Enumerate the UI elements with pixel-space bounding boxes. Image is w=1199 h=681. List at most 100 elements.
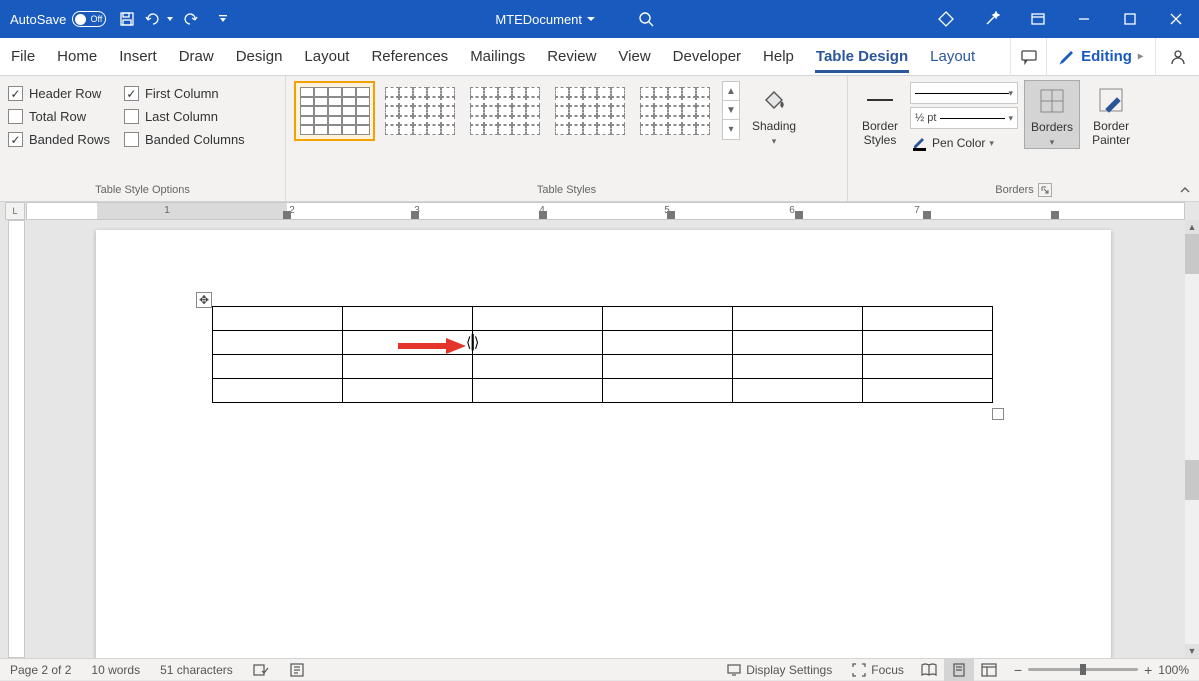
borders-button[interactable]: Borders ▾ xyxy=(1024,80,1080,149)
tab-draw[interactable]: Draw xyxy=(168,38,225,75)
minimize-button[interactable] xyxy=(1061,0,1107,38)
border-styles-button[interactable]: Border Styles xyxy=(856,80,904,148)
scroll-down[interactable]: ▼ xyxy=(1185,644,1199,658)
ribbon-tabs: File Home Insert Draw Design Layout Refe… xyxy=(0,38,1199,76)
page-indicator[interactable]: Page 2 of 2 xyxy=(0,659,81,680)
editing-mode-button[interactable]: Editing ▸ xyxy=(1046,38,1155,76)
table-style-5[interactable] xyxy=(634,81,715,141)
share-button[interactable] xyxy=(1155,38,1199,76)
ribbon: Header Row First Column Total Row Last C… xyxy=(0,76,1199,202)
group-label-table-styles: Table Styles xyxy=(294,181,839,201)
tab-layout[interactable]: Layout xyxy=(293,38,360,75)
chevron-down-icon xyxy=(586,14,596,24)
vertical-ruler[interactable] xyxy=(0,220,26,658)
column-resize-cursor: ⟨┃⟩ xyxy=(466,334,476,351)
document-table[interactable] xyxy=(212,306,993,403)
close-button[interactable] xyxy=(1153,0,1199,38)
ruler-corner[interactable]: L xyxy=(5,202,25,220)
bucket-icon xyxy=(758,84,790,116)
tab-insert[interactable]: Insert xyxy=(108,38,168,75)
wand-icon[interactable] xyxy=(969,0,1015,38)
undo-button[interactable] xyxy=(144,0,174,38)
tab-mailings[interactable]: Mailings xyxy=(459,38,536,75)
quick-access-toolbar xyxy=(112,0,238,38)
page[interactable]: ✥ ⟨┃⟩ xyxy=(96,230,1111,658)
zoom-in-button[interactable]: + xyxy=(1144,662,1152,678)
print-layout-button[interactable] xyxy=(944,659,974,681)
table-style-2[interactable] xyxy=(379,81,460,141)
annotation-arrow xyxy=(396,336,466,356)
borders-dialog-launcher[interactable] xyxy=(1038,183,1052,197)
zoom-slider[interactable] xyxy=(1028,668,1138,671)
shading-label: Shading xyxy=(752,119,796,133)
pen-color-button[interactable]: Pen Color▾ xyxy=(910,132,1018,154)
table-style-4[interactable] xyxy=(549,81,630,141)
chk-header-row[interactable]: Header Row xyxy=(8,86,110,101)
tab-developer[interactable]: Developer xyxy=(662,38,752,75)
borders-label: Borders xyxy=(1031,120,1073,134)
autosave-toggle[interactable]: AutoSave Off xyxy=(10,11,106,27)
zoom-level[interactable]: 100% xyxy=(1158,663,1189,677)
read-mode-button[interactable] xyxy=(914,659,944,681)
vertical-scrollbar[interactable]: ▲ ▼ xyxy=(1185,220,1199,658)
scroll-thumb-2[interactable] xyxy=(1185,460,1199,500)
tab-table-design[interactable]: Table Design xyxy=(805,38,919,75)
tab-table-layout[interactable]: Layout xyxy=(919,38,986,75)
collapse-ribbon-button[interactable] xyxy=(1177,182,1193,198)
group-label-borders: Borders xyxy=(856,181,1191,201)
border-style-dropdown[interactable]: ▾ xyxy=(910,82,1018,104)
tab-review[interactable]: Review xyxy=(536,38,607,75)
border-painter-button[interactable]: Border Painter xyxy=(1086,80,1136,148)
ribbon-display-icon[interactable] xyxy=(1015,0,1061,38)
maximize-button[interactable] xyxy=(1107,0,1153,38)
pen-icon xyxy=(912,135,928,151)
table-style-3[interactable] xyxy=(464,81,545,141)
zoom-out-button[interactable]: − xyxy=(1014,662,1022,678)
redo-button[interactable] xyxy=(176,0,206,38)
chk-banded-columns[interactable]: Banded Columns xyxy=(124,132,245,147)
borders-icon xyxy=(1036,85,1068,117)
document-canvas[interactable]: ✥ ⟨┃⟩ xyxy=(26,220,1185,658)
chk-first-column[interactable]: First Column xyxy=(124,86,245,101)
status-bar: Page 2 of 2 10 words 51 characters Displ… xyxy=(0,658,1199,680)
autosave-switch[interactable]: Off xyxy=(72,11,106,27)
display-settings-button[interactable]: Display Settings xyxy=(717,659,842,680)
diamond-icon[interactable] xyxy=(923,0,969,38)
table-resize-handle[interactable] xyxy=(992,408,1004,420)
editing-label: Editing xyxy=(1081,48,1132,65)
char-count[interactable]: 51 characters xyxy=(150,659,243,680)
chk-banded-rows[interactable]: Banded Rows xyxy=(8,132,110,147)
table-move-handle[interactable]: ✥ xyxy=(196,292,212,308)
tab-home[interactable]: Home xyxy=(46,38,108,75)
table-styles-gallery[interactable]: ▲▼▾ xyxy=(294,80,740,141)
tab-view[interactable]: View xyxy=(607,38,661,75)
save-icon[interactable] xyxy=(112,0,142,38)
tab-file[interactable]: File xyxy=(0,38,46,75)
border-painter-icon xyxy=(1095,84,1127,116)
spellcheck-icon[interactable] xyxy=(243,659,279,680)
word-count[interactable]: 10 words xyxy=(81,659,150,680)
accessibility-icon[interactable] xyxy=(279,659,315,680)
gallery-scroll[interactable]: ▲▼▾ xyxy=(722,81,740,140)
scroll-thumb[interactable] xyxy=(1185,234,1199,274)
title-bar: AutoSave Off MTEDocument xyxy=(0,0,1199,38)
search-icon xyxy=(638,11,654,27)
tab-help[interactable]: Help xyxy=(752,38,805,75)
chk-last-column[interactable]: Last Column xyxy=(124,109,245,124)
scroll-up[interactable]: ▲ xyxy=(1185,220,1199,234)
web-layout-button[interactable] xyxy=(974,659,1004,681)
shading-button[interactable]: Shading ▾ xyxy=(746,80,802,147)
horizontal-ruler[interactable]: 1 2 3 4 5 6 7 xyxy=(26,202,1185,220)
focus-button[interactable]: Focus xyxy=(842,659,914,680)
comments-button[interactable] xyxy=(1010,38,1046,76)
tab-design[interactable]: Design xyxy=(225,38,294,75)
document-title[interactable]: MTEDocument xyxy=(495,12,596,27)
qat-customize[interactable] xyxy=(208,0,238,38)
tab-references[interactable]: References xyxy=(360,38,459,75)
search-button[interactable] xyxy=(626,11,666,27)
border-painter-label: Border Painter xyxy=(1092,119,1130,148)
border-width-dropdown[interactable]: ½ pt▾ xyxy=(910,107,1018,129)
table-style-1[interactable] xyxy=(294,81,375,141)
border-styles-label: Border Styles xyxy=(862,119,898,148)
chk-total-row[interactable]: Total Row xyxy=(8,109,110,124)
